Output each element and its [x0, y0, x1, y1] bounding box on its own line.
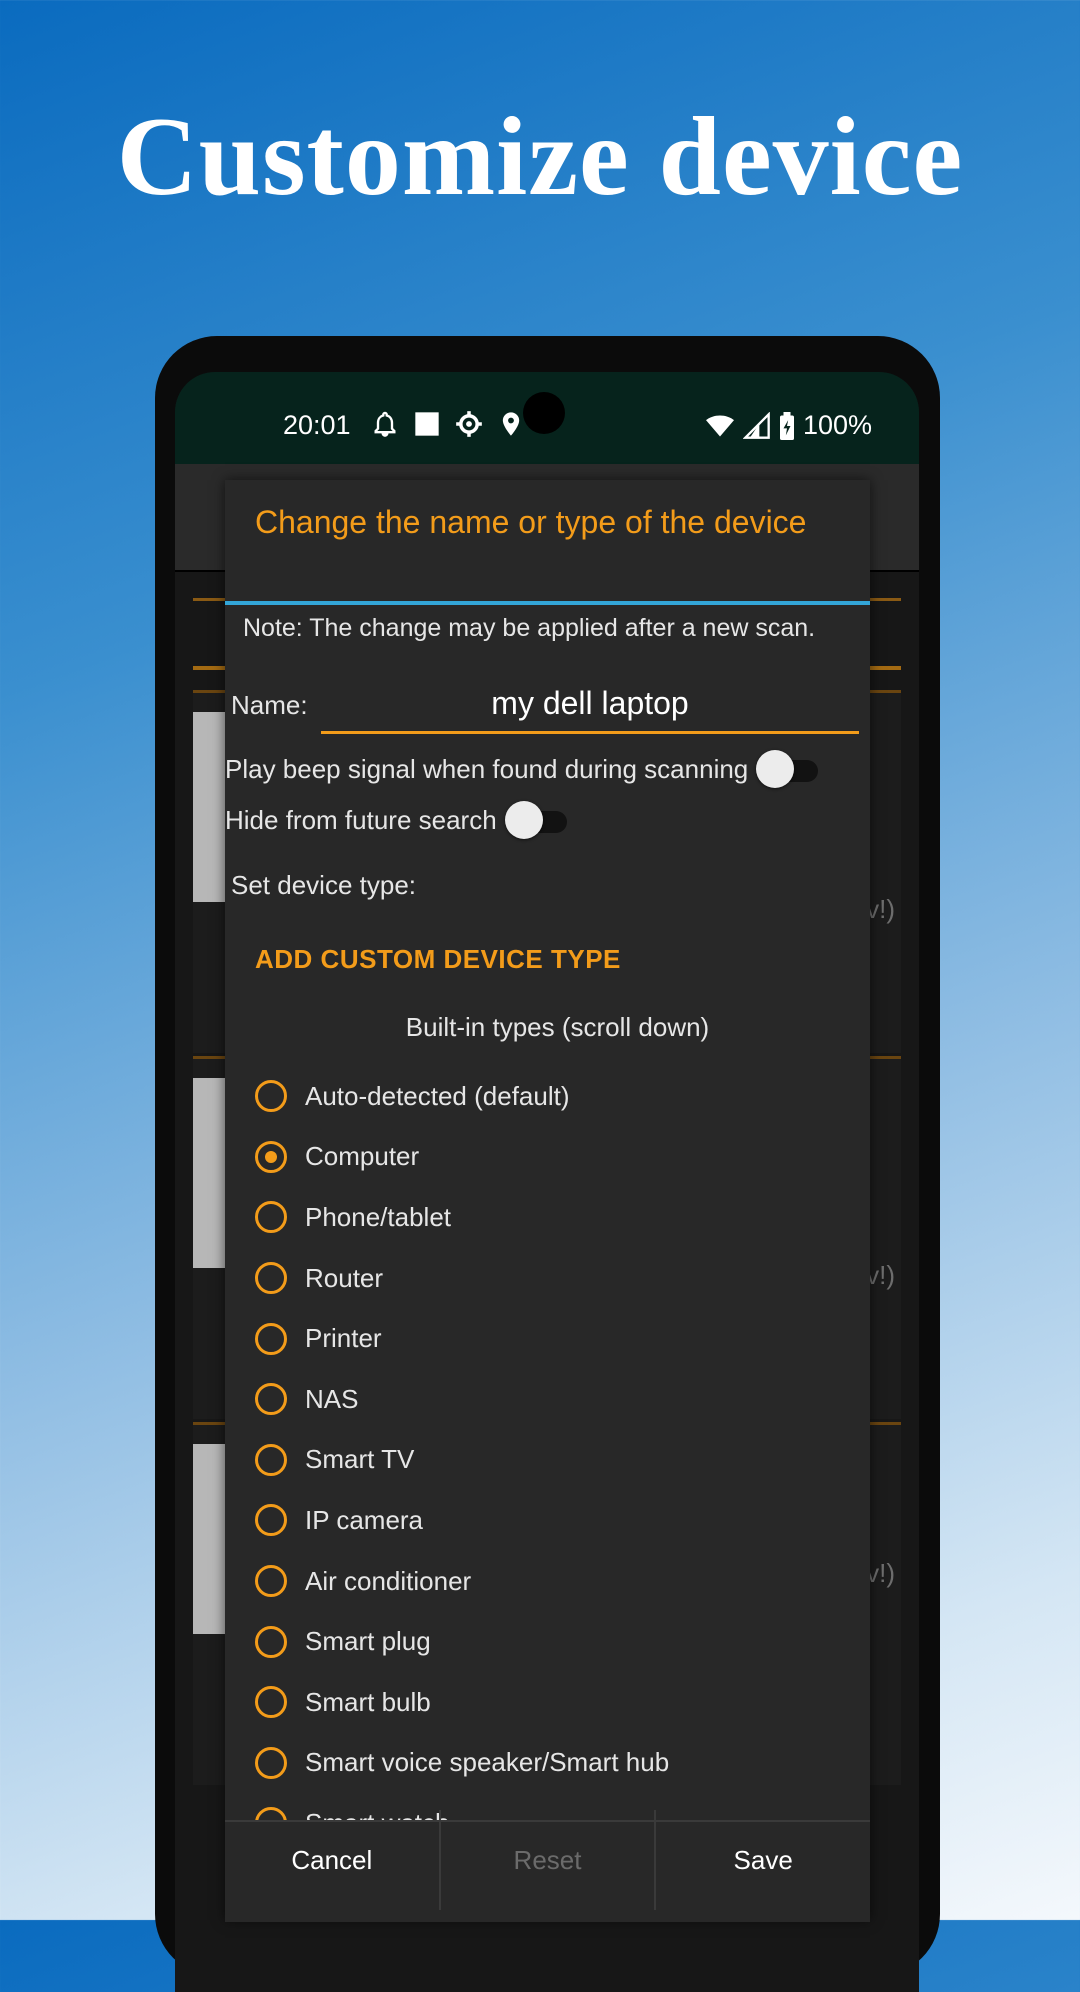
add-custom-type-button[interactable]: ADD CUSTOM DEVICE TYPE — [255, 944, 621, 975]
beep-switch[interactable] — [756, 749, 820, 788]
dialog-note: Note: The change may be applied after a … — [243, 614, 816, 642]
radio-unchecked-icon[interactable] — [255, 1201, 287, 1234]
radio-option[interactable]: IP camera — [255, 1490, 855, 1551]
title-divider — [225, 601, 870, 605]
name-label: Name: — [231, 690, 308, 720]
radio-option-label: Smart plug — [305, 1626, 431, 1657]
status-icons-right: 100% — [705, 410, 872, 441]
status-time: 20:01 — [283, 410, 351, 440]
radio-option[interactable]: Air conditioner — [255, 1551, 855, 1612]
radio-option-label: Smart TV — [305, 1444, 415, 1475]
battery-percent: 100% — [803, 410, 873, 440]
radio-option-label: Router — [305, 1262, 384, 1293]
beep-toggle-row: Play beep signal when found during scann… — [225, 749, 820, 788]
radio-unchecked-icon[interactable] — [255, 1443, 287, 1476]
hide-label: Hide from future search — [225, 805, 497, 835]
radio-unchecked-icon[interactable] — [255, 1383, 287, 1416]
radio-unchecked-icon[interactable] — [255, 1322, 287, 1355]
radio-unchecked-icon[interactable] — [255, 1746, 287, 1779]
gear-icon — [456, 411, 482, 437]
radio-unchecked-icon[interactable] — [255, 1565, 287, 1598]
radio-option-label: Smart bulb — [305, 1686, 431, 1717]
radio-option-label: Smart voice speaker/Smart hub — [305, 1747, 670, 1778]
radio-unchecked-icon[interactable] — [255, 1625, 287, 1658]
new-badge: v!) — [866, 894, 895, 924]
radio-unchecked-icon[interactable] — [255, 1504, 287, 1537]
radio-option[interactable]: Smart bulb — [255, 1672, 855, 1733]
radio-option-label: Phone/tablet — [305, 1201, 452, 1232]
radio-option-label: NAS — [305, 1383, 359, 1414]
radio-option-label: Printer — [305, 1323, 382, 1354]
bell-icon — [374, 411, 396, 437]
hide-switch[interactable] — [504, 800, 569, 839]
status-icons-left — [371, 410, 525, 438]
radio-option-label: Computer — [305, 1141, 420, 1172]
set-type-label: Set device type: — [231, 870, 416, 900]
front-camera — [523, 392, 565, 434]
hide-toggle-row: Hide from future search — [225, 800, 569, 839]
save-button[interactable]: Save — [654, 1810, 870, 1910]
status-bar: 20:01 100% — [175, 372, 919, 464]
new-badge: v!) — [866, 1558, 895, 1588]
dialog-title: Change the name or type of the device — [255, 504, 807, 540]
radio-option[interactable]: Computer — [255, 1127, 855, 1188]
radio-option-label: IP camera — [305, 1504, 424, 1535]
dialog-footer: Cancel Reset Save — [225, 1810, 870, 1922]
radio-option[interactable]: Phone/tablet — [255, 1187, 855, 1248]
builtin-types-label: Built-in types (scroll down) — [405, 1012, 710, 1042]
radio-option[interactable]: Smart TV — [255, 1430, 855, 1491]
switch-thumb — [504, 800, 543, 839]
radio-unchecked-icon[interactable] — [255, 1262, 287, 1295]
headline: Customize device — [116, 95, 964, 219]
radio-option[interactable]: NAS — [255, 1369, 855, 1430]
radio-unchecked-icon[interactable] — [255, 1080, 287, 1113]
radio-option[interactable]: Smart voice speaker/Smart hub — [255, 1733, 855, 1794]
square-icon — [415, 412, 439, 436]
rename-device-dialog: Change the name or type of the device No… — [225, 480, 870, 1922]
radio-option[interactable]: Printer — [255, 1308, 855, 1369]
device-type-list[interactable]: Auto-detected (default) Computer Phone/tab… — [255, 1066, 855, 1832]
name-input[interactable] — [321, 675, 859, 734]
cancel-button[interactable]: Cancel — [225, 1810, 439, 1910]
radio-option-label: Air conditioner — [305, 1565, 472, 1596]
beep-label: Play beep signal when found during scann… — [225, 754, 749, 784]
reset-button: Reset — [438, 1810, 655, 1910]
location-icon — [502, 412, 520, 436]
radio-option[interactable]: Router — [255, 1248, 855, 1309]
switch-thumb — [756, 749, 795, 788]
radio-option-label: Auto-detected (default) — [305, 1080, 570, 1111]
radio-checked-icon[interactable] — [255, 1140, 287, 1173]
radio-unchecked-icon[interactable] — [255, 1686, 287, 1719]
signal-icon — [743, 411, 770, 439]
wifi-icon — [706, 415, 734, 436]
new-badge: v!) — [866, 1260, 895, 1290]
battery-charging-icon — [780, 411, 794, 440]
radio-option[interactable]: Smart plug — [255, 1611, 855, 1672]
radio-option[interactable]: Auto-detected (default) — [255, 1066, 855, 1127]
